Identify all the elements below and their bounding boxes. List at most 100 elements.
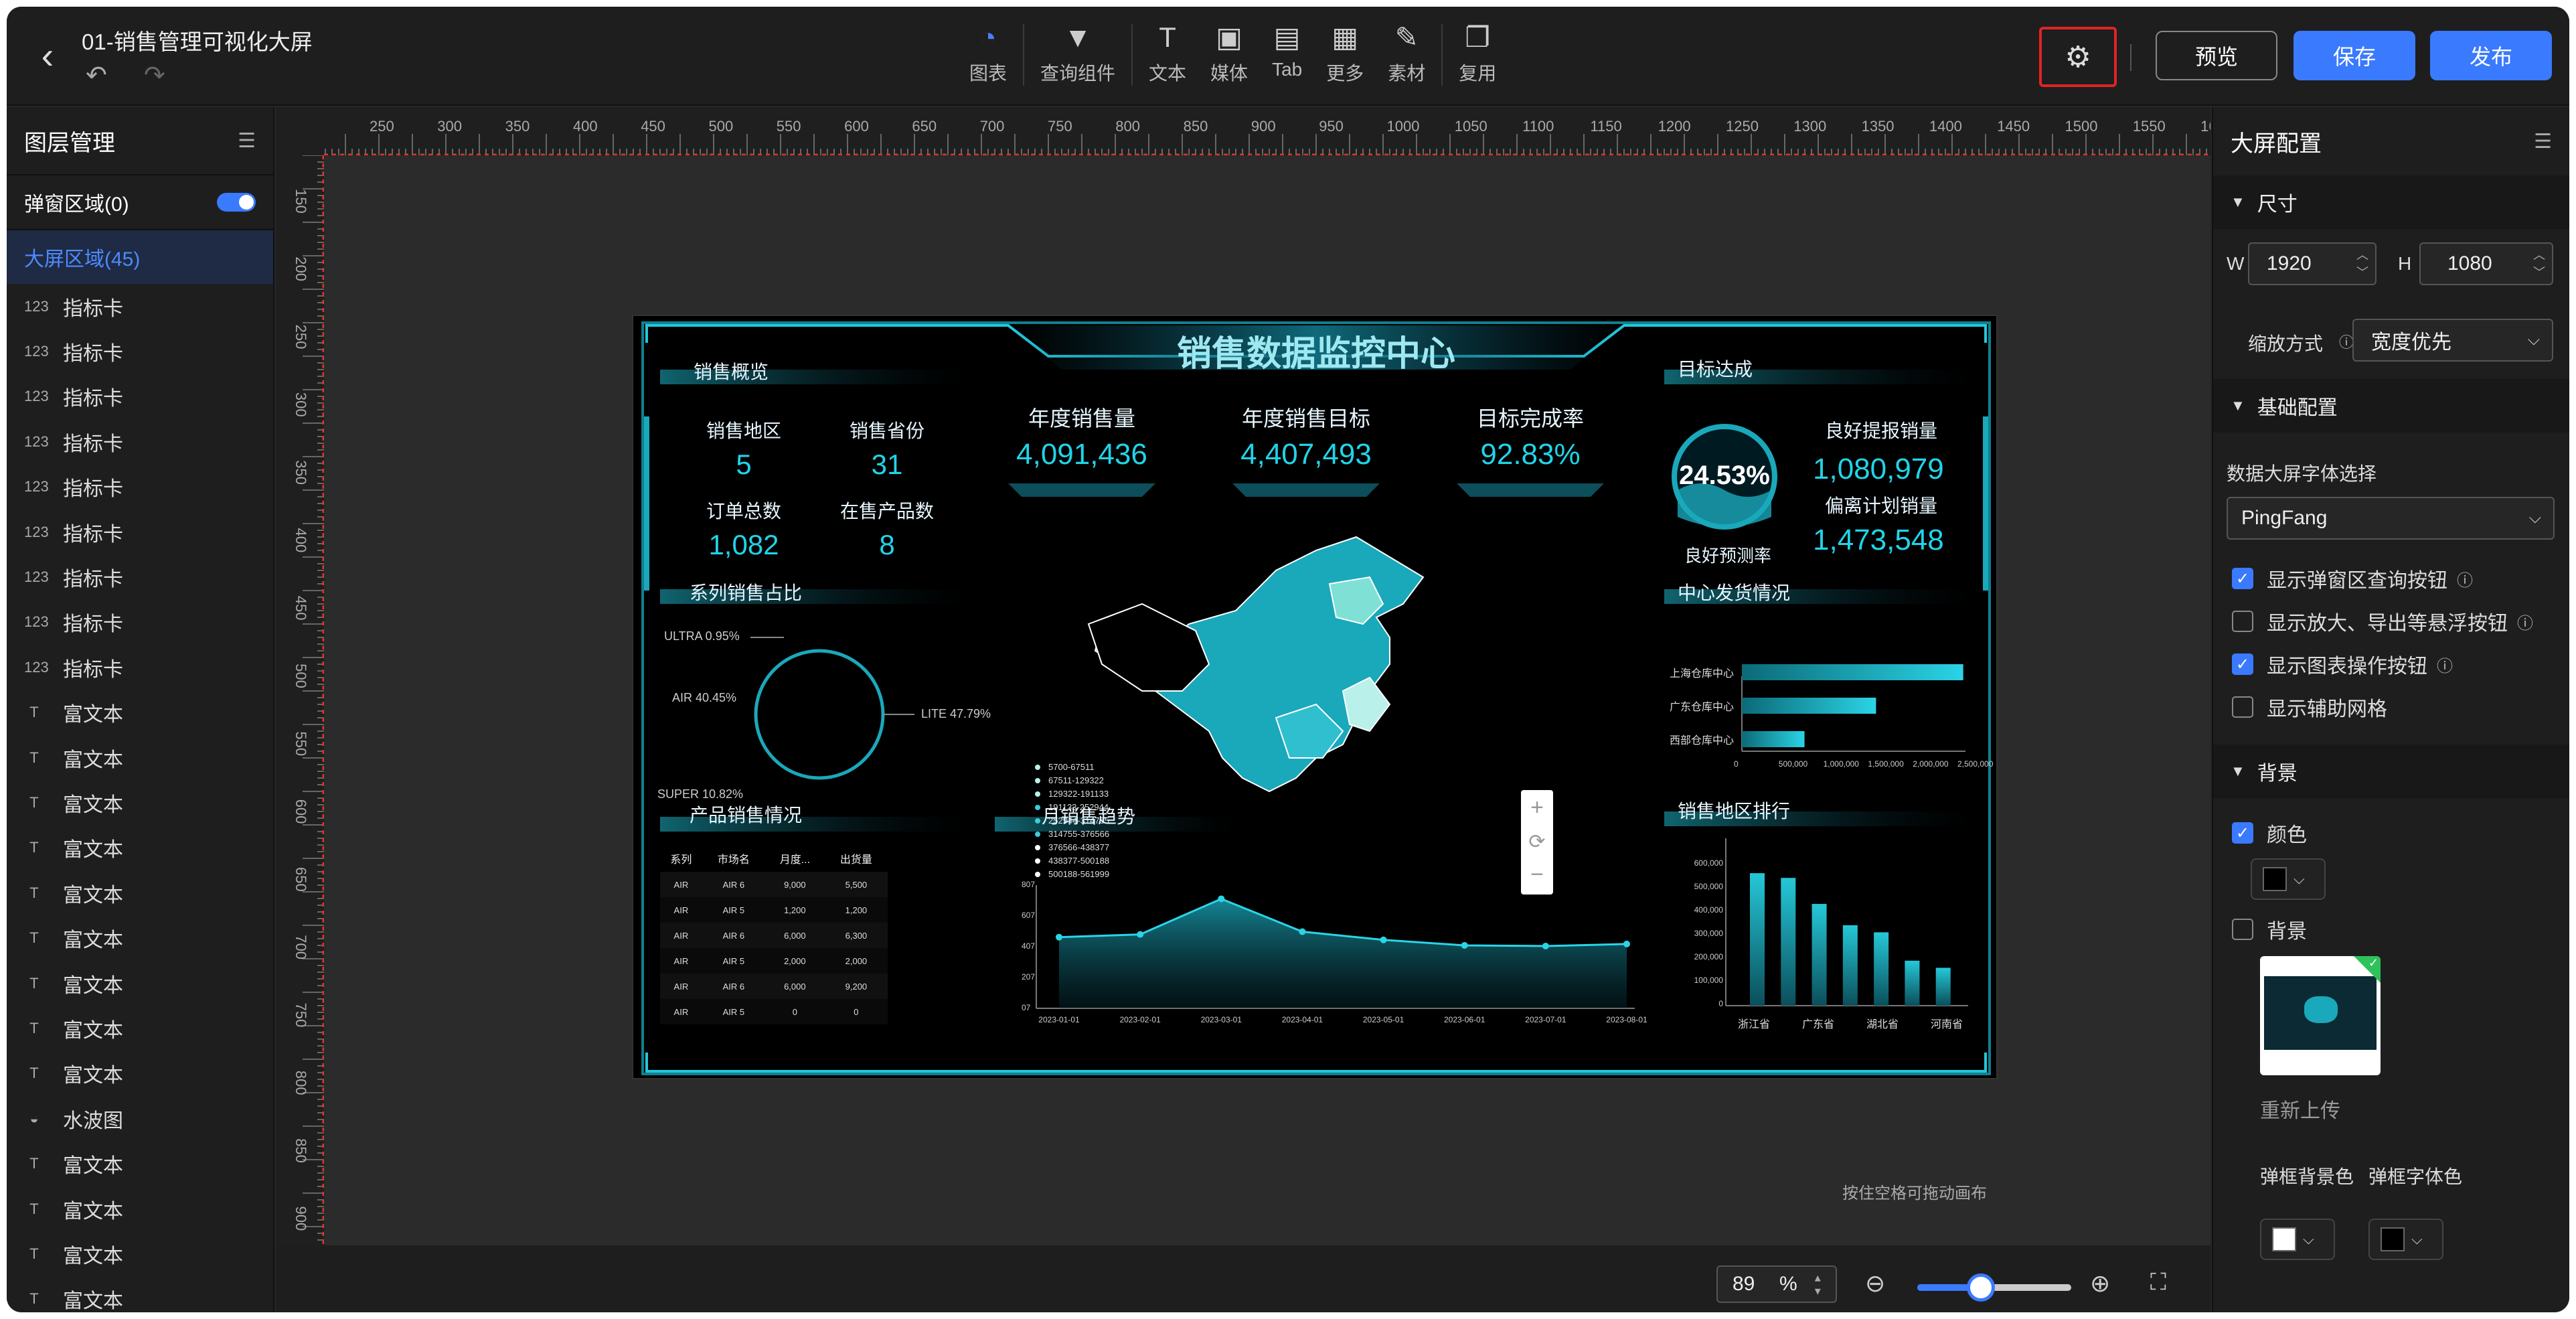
layer-item[interactable]: T 富文本 xyxy=(7,961,273,1006)
tool-grid[interactable]: ▦ 更多 xyxy=(1326,20,1364,86)
tool-copy[interactable]: ❐ 复用 xyxy=(1459,20,1496,86)
popup-bg-color-picker[interactable]: ⌵ xyxy=(2260,1219,2335,1260)
layer-item[interactable]: 123 指标卡 xyxy=(7,554,273,599)
layer-item[interactable]: T 富文本 xyxy=(7,1006,273,1051)
popup-font-color-picker[interactable]: ⌵ xyxy=(2368,1219,2443,1260)
base-section-header[interactable]: ▼ 基础配置 xyxy=(2213,379,2569,433)
zoom-out-icon[interactable]: ⊖ xyxy=(1865,1269,1885,1298)
tool-filter[interactable]: ▼ 查询组件 xyxy=(1040,20,1115,86)
collapse-icon: ▼ xyxy=(2231,397,2245,414)
table-cell: AIR xyxy=(673,879,689,890)
preview-button[interactable]: 预览 xyxy=(2156,31,2277,80)
zoom-stepper[interactable]: ▴ ▾ xyxy=(1815,1271,1821,1298)
width-stepper[interactable]: ︿ ﹀ xyxy=(2356,246,2368,281)
tool-pie-chart[interactable]: ◔ 图表 xyxy=(969,20,1007,86)
layer-item[interactable]: T 富文本 xyxy=(7,690,273,735)
menu-icon[interactable]: ☰ xyxy=(238,129,256,153)
region-rank-title: 销售地区排行 xyxy=(1678,801,1791,822)
color-checkbox-row[interactable]: ✓ 颜色 xyxy=(2232,818,2307,848)
height-stepper[interactable]: ︿ ﹀ xyxy=(2533,246,2545,281)
zoom-slider[interactable] xyxy=(1917,1273,2071,1302)
layer-item[interactable]: 123 指标卡 xyxy=(7,374,273,419)
save-button[interactable]: 保存 xyxy=(2293,31,2415,80)
layer-item[interactable]: T 富文本 xyxy=(7,1141,273,1186)
back-icon[interactable]: ‹ xyxy=(24,33,71,80)
color-swatch xyxy=(2381,1227,2405,1251)
pie-chart-icon: ◔ xyxy=(979,21,997,53)
dashboard-preview[interactable]: + ⟳ − 销售数据监控中心 销售概览 销售地区 5 销售省份 31 订单总数 1,082… xyxy=(632,315,1998,1079)
tool-tab[interactable]: ▤ Tab xyxy=(1272,20,1302,80)
tool-palette[interactable]: ✎ 素材 xyxy=(1388,20,1425,86)
layer-item[interactable]: 123 指标卡 xyxy=(7,329,273,374)
layer-item[interactable]: 123 指标卡 xyxy=(7,600,273,645)
table-cell: AIR 5 xyxy=(722,905,745,915)
tool-image[interactable]: ▣ 媒体 xyxy=(1210,20,1248,86)
background-section-header[interactable]: ▼ 背景 xyxy=(2213,745,2569,798)
checkbox-checked[interactable]: ✓ xyxy=(2232,822,2253,844)
checkbox-unchecked[interactable] xyxy=(2232,919,2253,940)
option-checkbox-row[interactable]: 显示辅助网格 xyxy=(2232,692,2387,722)
layer-item[interactable]: ◒ 水波图 xyxy=(7,1096,273,1141)
layer-item[interactable]: T 富文本 xyxy=(7,1277,273,1312)
checkbox-unchecked[interactable] xyxy=(2232,696,2253,718)
pie-label-ultra: ULTRA 0.95% xyxy=(664,629,740,643)
region-x-tick: 浙江省 xyxy=(1738,1019,1771,1030)
settings-sliders-button[interactable]: ⚙ xyxy=(2039,27,2117,87)
reupload-link[interactable]: 重新上传 xyxy=(2260,1094,2340,1123)
undo-icon[interactable]: ↶ xyxy=(86,60,107,90)
checkbox-checked[interactable]: ✓ xyxy=(2232,653,2253,675)
checkbox-unchecked[interactable] xyxy=(2232,611,2253,632)
font-select[interactable]: PingFang ⌵ xyxy=(2227,497,2555,540)
redo-icon[interactable]: ↷ xyxy=(144,60,165,90)
size-section-header[interactable]: ▼ 尺寸 xyxy=(2213,175,2569,229)
tool-text[interactable]: T 文本 xyxy=(1149,20,1186,86)
layer-item[interactable]: 123 指标卡 xyxy=(7,645,273,690)
scale-select[interactable]: 宽度优先 ⌵ xyxy=(2352,319,2553,362)
svg-text:+: + xyxy=(1530,795,1544,820)
width-input[interactable]: 1920 ︿ ﹀ xyxy=(2248,242,2377,285)
checkbox-checked[interactable]: ✓ xyxy=(2232,568,2253,589)
fit-screen-icon[interactable]: ⛶ xyxy=(2150,1269,2166,1296)
bg-thumbnail[interactable]: ✓ xyxy=(2260,956,2381,1075)
ruler-tick-label: 950 xyxy=(1319,118,1344,135)
option-checkbox-row[interactable]: ✓ 显示图表操作按钮 ⓘ xyxy=(2232,649,2453,679)
popup-area-row[interactable]: 弹窗区域(0) xyxy=(7,175,273,230)
option-checkbox-row[interactable]: ✓ 显示弹窗区查询按钮 ⓘ xyxy=(2232,564,2473,593)
layer-item[interactable]: T 富文本 xyxy=(7,915,273,960)
size-row: W 1920 ︿ ﹀ H 1080 ︿ ﹀ xyxy=(2213,229,2569,323)
publish-button[interactable]: 发布 xyxy=(2430,31,2552,80)
rich-text-icon: T xyxy=(29,1200,39,1217)
chevron-down-icon: ⌵ xyxy=(2293,870,2305,887)
layer-item[interactable]: T 富文本 xyxy=(7,1051,273,1096)
layer-item[interactable]: T 富文本 xyxy=(7,735,273,780)
screen-area-row[interactable]: 大屏区域(45) xyxy=(7,230,273,284)
popup-area-toggle[interactable] xyxy=(217,193,256,212)
layer-item[interactable]: 123 指标卡 xyxy=(7,284,273,329)
bg-color-picker[interactable]: ⌵ xyxy=(2251,858,2326,900)
region-bar xyxy=(1874,932,1889,1006)
zoom-input[interactable]: 89 % ▴ ▾ xyxy=(1716,1265,1837,1303)
canvas-area[interactable]: 250 300 350 400 450 500 550 600 650 700 750 800 850 9… xyxy=(276,107,2233,1312)
shipping-title: 中心发货情况 xyxy=(1678,583,1791,603)
number-card-icon: 123 xyxy=(24,613,49,631)
layer-item[interactable]: T 富文本 xyxy=(7,1231,273,1276)
layer-item[interactable]: T 富文本 xyxy=(7,1186,273,1231)
menu-icon[interactable]: ☰ xyxy=(2534,130,2552,153)
bg-image-checkbox-row[interactable]: 背景 xyxy=(2232,915,2307,944)
layer-label: 指标卡 xyxy=(63,388,123,410)
region-rank-bar-chart xyxy=(1750,873,1951,1006)
option-checkbox-row[interactable]: 显示放大、导出等悬浮按钮 ⓘ xyxy=(2232,607,2533,636)
number-card-icon: 123 xyxy=(24,658,49,676)
ruler-tick-label: 1600 xyxy=(2200,118,2210,135)
height-input[interactable]: 1080 ︿ ﹀ xyxy=(2419,242,2553,285)
layer-item[interactable]: 123 指标卡 xyxy=(7,465,273,510)
layer-item[interactable]: 123 指标卡 xyxy=(7,419,273,464)
rich-text-icon: T xyxy=(29,704,39,721)
overview-label: 销售省份 xyxy=(849,420,924,441)
layer-item[interactable]: T 富文本 xyxy=(7,826,273,870)
layer-item[interactable]: 123 指标卡 xyxy=(7,510,273,554)
layer-item[interactable]: T 富文本 xyxy=(7,780,273,825)
zoom-slider-handle[interactable] xyxy=(1967,1273,1995,1302)
layer-item[interactable]: T 富文本 xyxy=(7,870,273,915)
zoom-in-icon[interactable]: ⊕ xyxy=(2090,1269,2110,1298)
